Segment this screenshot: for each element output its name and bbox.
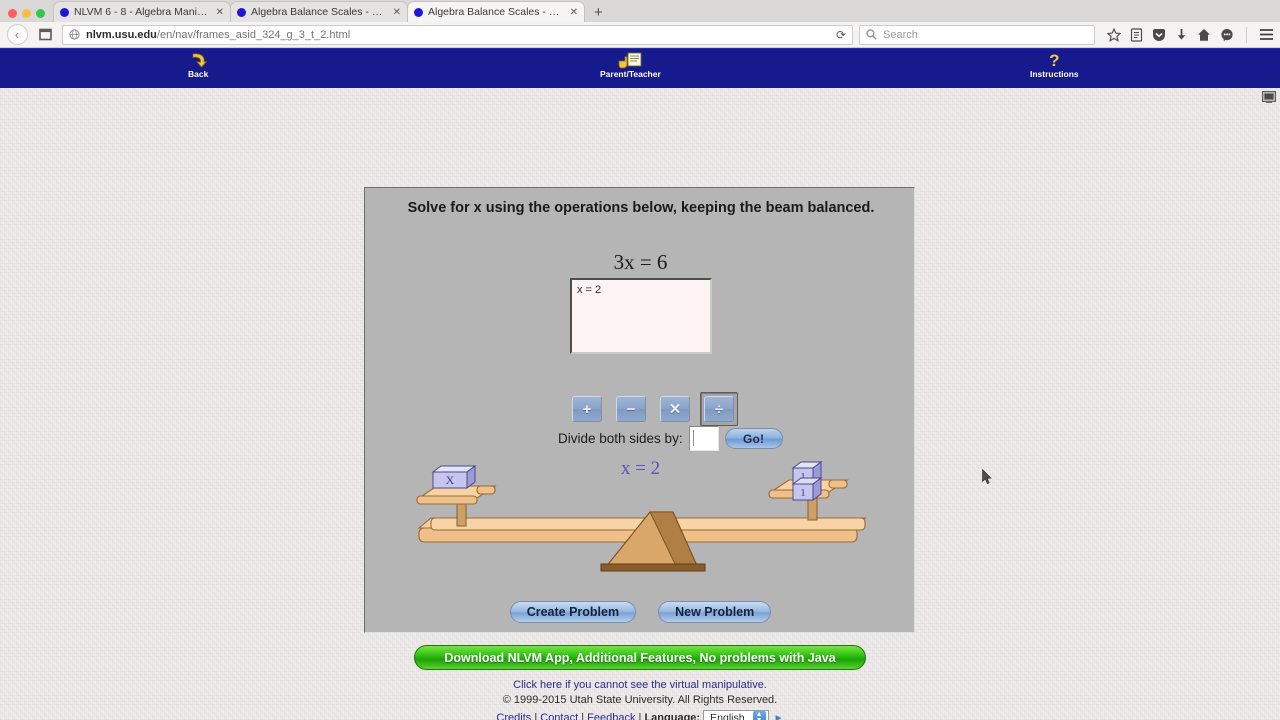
maximize-window-button[interactable]: [36, 9, 45, 18]
reader-icon[interactable]: [1130, 27, 1143, 42]
minimize-window-button[interactable]: [22, 9, 31, 18]
footer-sep-1: |: [534, 711, 538, 720]
tab-title: Algebra Balance Scales - N...: [251, 6, 388, 18]
back-arrow-icon: [188, 51, 208, 70]
downloads-icon[interactable]: [1175, 28, 1188, 42]
operation-minus-wrapper[interactable]: −: [612, 392, 650, 426]
home-icon[interactable]: [1197, 28, 1211, 42]
language-value: English: [710, 712, 745, 720]
operation-divide-wrapper-selected[interactable]: ÷: [700, 392, 738, 426]
operand-row: Divide both sides by: Go!: [558, 426, 783, 451]
create-problem-button[interactable]: Create Problem: [509, 601, 637, 623]
problem-buttons: Create Problem New Problem: [365, 601, 916, 623]
contact-link[interactable]: Contact: [540, 712, 578, 720]
tab-title: NLVM 6 - 8 - Algebra Manip...: [74, 6, 211, 18]
footer-links-row: Credits | Contact | Feedback | Language:…: [0, 710, 1280, 720]
operand-input[interactable]: [688, 426, 719, 451]
operation-buttons: + − ✕ ÷: [568, 392, 738, 426]
mouse-cursor-icon: [982, 468, 993, 490]
toolbar-icons: [1101, 26, 1274, 43]
close-tab-icon[interactable]: ✕: [216, 7, 224, 18]
url-host: nlvm.usu.edu: [86, 28, 157, 41]
close-window-button[interactable]: [8, 9, 17, 18]
sidebar-toggle-button[interactable]: [34, 24, 56, 46]
menu-icon[interactable]: [1259, 28, 1274, 41]
reload-icon[interactable]: ⟳: [836, 28, 846, 42]
search-icon: [866, 29, 877, 40]
address-bar[interactable]: nlvm.usu.edu/en/nav/frames_asid_324_g_3_…: [62, 24, 853, 45]
tab-strip: NLVM 6 - 8 - Algebra Manip... ✕ Algebra …: [0, 0, 1280, 22]
url-text: nlvm.usu.edu/en/nav/frames_asid_324_g_3_…: [86, 29, 350, 41]
url-path: /en/nav/frames_asid_324_g_3_t_2.html: [156, 28, 351, 41]
operation-minus-button[interactable]: −: [616, 396, 646, 422]
chevron-updown-icon: ▲▼: [752, 711, 766, 720]
window-controls[interactable]: [4, 9, 53, 22]
browser-tab-1[interactable]: NLVM 6 - 8 - Algebra Manip... ✕: [53, 1, 231, 22]
hand-board-icon: [617, 51, 643, 70]
close-tab-icon[interactable]: ✕: [393, 7, 401, 18]
operand-label: Divide both sides by:: [558, 431, 683, 446]
library-icon: [38, 28, 52, 41]
equation-display: 3x = 6: [613, 250, 668, 274]
browser-tab-3-active[interactable]: Algebra Balance Scales - N... ✕: [407, 1, 585, 22]
browser-chrome: NLVM 6 - 8 - Algebra Manip... ✕ Algebra …: [0, 0, 1280, 48]
chat-icon[interactable]: [1220, 28, 1234, 42]
work-area-text: x = 2: [577, 284, 602, 296]
search-input[interactable]: Search: [859, 24, 1095, 45]
search-placeholder: Search: [883, 28, 918, 41]
star-icon[interactable]: [1107, 27, 1121, 42]
favicon-icon: [414, 7, 423, 17]
new-tab-button[interactable]: +: [584, 5, 613, 22]
operation-plus-button[interactable]: +: [572, 396, 602, 422]
svg-text:1: 1: [800, 487, 806, 499]
block-x: X: [431, 465, 477, 489]
nav-parent-teacher-button[interactable]: Parent/Teacher: [600, 51, 661, 79]
new-problem-button[interactable]: New Problem: [658, 601, 772, 623]
manipulative-note: Click here if you cannot see the virtual…: [0, 679, 1280, 691]
operation-plus-wrapper[interactable]: +: [568, 392, 606, 426]
navigation-toolbar: ‹ nlvm.usu.edu/en/nav/frames_asid_324_g_…: [0, 22, 1280, 48]
algebra-balance-applet: Solve for x using the operations below, …: [364, 187, 992, 633]
credits-link[interactable]: Credits: [496, 712, 531, 720]
block-unit-upper: 1: [791, 477, 823, 501]
back-arrow-icon: ‹: [6, 24, 28, 45]
nav-parent-teacher-label: Parent/Teacher: [600, 69, 661, 79]
toolbar-divider: [1246, 26, 1247, 43]
operation-times-wrapper[interactable]: ✕: [656, 392, 694, 426]
close-tab-icon[interactable]: ✕: [570, 7, 578, 18]
feedback-link[interactable]: Feedback: [587, 712, 635, 720]
footer-sep-3: |: [638, 711, 642, 720]
browser-tab-2[interactable]: Algebra Balance Scales - N... ✕: [230, 1, 408, 22]
go-arrow-icon[interactable]: ►: [774, 713, 784, 720]
app-navigation-bar: Back Parent/Teacher ? Instructions: [0, 48, 1280, 88]
nav-back-label: Back: [188, 69, 209, 79]
tab-title: Algebra Balance Scales - N...: [428, 6, 565, 18]
copyright-text: © 1999-2015 Utah State University. All R…: [502, 694, 778, 706]
nav-instructions-label: Instructions: [1030, 69, 1079, 79]
page-body: Solve for x using the operations below, …: [0, 88, 1280, 720]
operation-divide-button[interactable]: ÷: [704, 396, 734, 422]
manipulative-note-link[interactable]: Click here if you cannot see the virtual…: [513, 679, 767, 691]
prompt-text: Solve for x using the operations below, …: [407, 200, 875, 216]
back-button[interactable]: ‹: [6, 24, 28, 46]
screen-capture-icon[interactable]: [1262, 90, 1276, 108]
language-select[interactable]: English ▲▼: [703, 710, 769, 720]
balance-scale-graphic[interactable]: X 1 1: [415, 458, 867, 593]
operation-times-button[interactable]: ✕: [660, 396, 690, 422]
language-label: Language:: [644, 711, 701, 720]
download-app-banner[interactable]: Download NLVM App, Additional Features, …: [414, 645, 866, 670]
svg-text:X: X: [446, 473, 455, 487]
nav-instructions-button[interactable]: ? Instructions: [1030, 51, 1079, 79]
favicon-icon: [237, 7, 246, 17]
globe-icon: [69, 29, 80, 40]
go-button[interactable]: Go!: [724, 428, 783, 449]
nav-back-button[interactable]: Back: [188, 51, 208, 79]
pocket-icon[interactable]: [1152, 28, 1166, 42]
favicon-icon: [60, 7, 69, 17]
footer-sep-2: |: [581, 711, 585, 720]
work-area-textbox[interactable]: x = 2: [570, 278, 712, 354]
question-mark-icon: ?: [1049, 51, 1060, 70]
